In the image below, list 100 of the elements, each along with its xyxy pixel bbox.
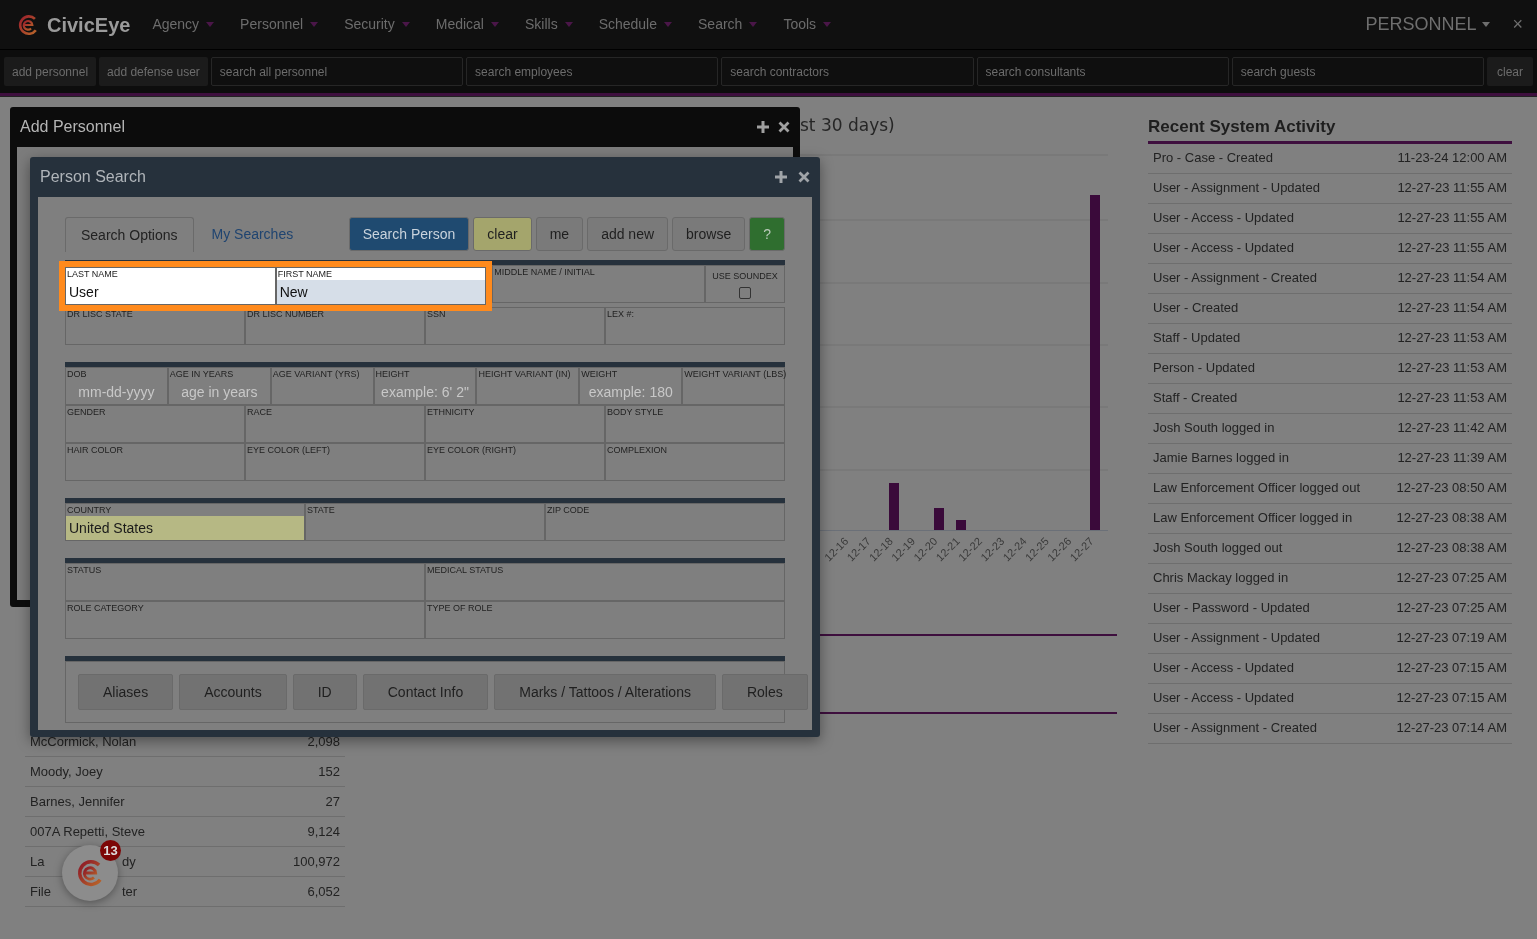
form-field[interactable]: STATUS — [65, 563, 425, 601]
nav-menu[interactable]: Security — [344, 14, 410, 35]
table-cell-text: 12-27-23 07:25 AM — [1396, 599, 1507, 618]
table-cell-text: Josh South logged out — [1153, 539, 1283, 558]
table-cell-text: Law Enforcement Officer logged in — [1153, 509, 1353, 528]
close-icon[interactable] — [798, 171, 810, 183]
table-cell-text: User - Access - Updated — [1153, 689, 1294, 708]
detail-button[interactable]: Marks / Tattoos / Alterations — [494, 674, 716, 710]
table-cell-text: 2,098 — [307, 732, 340, 751]
form-field[interactable]: HAIR COLOR — [65, 443, 245, 481]
form-field[interactable]: LEX #: — [605, 307, 785, 345]
field-label: STATE — [306, 504, 336, 516]
table-cell-text: Law Enforcement Officer logged out — [1153, 479, 1361, 498]
detail-button[interactable]: Contact Info — [362, 674, 489, 710]
input-field[interactable]: New — [276, 280, 486, 304]
action-button[interactable]: Search Person — [348, 217, 470, 251]
search-field[interactable]: search contractors — [721, 57, 974, 86]
table-cell-text: McCormick, Nolan — [30, 732, 137, 751]
form-field[interactable]: DOB mm-dd-yyyy — [65, 367, 168, 405]
form-field[interactable]: WEIGHT example: 180 — [579, 367, 683, 405]
form-field[interactable]: TYPE OF ROLE — [425, 601, 785, 639]
caret-icon — [490, 22, 499, 27]
form-field[interactable]: FIRST NAME New — [275, 267, 487, 305]
nav-menu[interactable]: Tools — [783, 14, 832, 35]
table-cell-text: Moody, Joey — [30, 762, 103, 781]
module-menu[interactable]: PERSONNEL — [1365, 11, 1491, 38]
toolbar-button[interactable]: add personnel — [4, 57, 97, 86]
field-label: DR LISC NUMBER — [246, 308, 325, 320]
form-field[interactable]: STATE — [305, 503, 545, 541]
search-field[interactable]: search consultants — [976, 57, 1229, 86]
clear-button[interactable]: clear — [1487, 57, 1533, 86]
plus-icon[interactable] — [774, 170, 788, 184]
checkbox[interactable] — [739, 286, 751, 299]
nav-menu[interactable]: Medical — [435, 14, 499, 35]
form-field[interactable]: ETHNICITY — [425, 405, 605, 443]
action-button[interactable]: ? — [749, 217, 785, 251]
form-field[interactable]: LAST NAME User — [65, 267, 276, 305]
action-button[interactable]: me — [535, 217, 584, 251]
input-field[interactable]: United States — [66, 516, 304, 540]
input-field[interactable]: mm-dd-yyyy — [66, 380, 167, 404]
caret-icon — [749, 22, 758, 27]
field-label: COUNTRY — [66, 504, 113, 516]
nav-menu[interactable]: Schedule — [598, 14, 673, 35]
close-button[interactable]: × — [1512, 11, 1523, 38]
nav-menu[interactable]: Search — [698, 14, 758, 35]
form-field[interactable]: MEDICAL STATUS — [425, 563, 785, 601]
table-cell-text: 11-23-24 12:00 AM — [1397, 149, 1507, 168]
plus-icon[interactable] — [756, 120, 770, 134]
form-field[interactable]: GENDER — [65, 405, 245, 443]
table-cell-text: 6,052 — [307, 882, 340, 901]
form-field[interactable]: EYE COLOR (RIGHT) — [425, 443, 605, 481]
table-cell-text: 12-27-23 11:39 AM — [1397, 449, 1507, 468]
field-label: LAST NAME — [66, 268, 119, 280]
table-cell-text: 12-27-23 11:55 AM — [1397, 179, 1507, 198]
form-field[interactable]: AGE IN YEARS age in years — [167, 367, 271, 405]
launcher-button[interactable] — [62, 845, 118, 901]
table-cell-text: User - Access - Updated — [1153, 209, 1294, 228]
table-cell-text: User - Access - Updated — [1153, 239, 1294, 258]
form-field[interactable]: SSN — [425, 307, 605, 345]
form-field[interactable]: RACE — [245, 405, 425, 443]
action-button[interactable]: browse — [672, 217, 746, 251]
form-field[interactable]: MIDDLE NAME / INITIAL — [492, 265, 705, 303]
toolbar-button[interactable]: add defense user — [99, 57, 208, 86]
form-field[interactable]: COMPLEXION — [605, 443, 785, 481]
table-cell-text: 12-27-23 11:53 AM — [1397, 359, 1507, 378]
form-field[interactable]: EYE COLOR (LEFT) — [245, 443, 425, 481]
detail-button[interactable]: Roles — [721, 674, 808, 710]
nav-menu[interactable]: Agency — [152, 14, 215, 35]
table-cell-text: 12-27-23 07:25 AM — [1396, 569, 1507, 588]
search-field[interactable]: search all personnel — [210, 57, 464, 86]
detail-button[interactable]: ID — [292, 674, 357, 710]
field-label: SSN — [426, 308, 447, 320]
form-field[interactable]: ZIP CODE — [545, 503, 785, 541]
table-cell-text: Person - Updated — [1153, 359, 1255, 378]
nav-menu[interactable]: Personnel — [240, 14, 319, 35]
detail-button[interactable]: Aliases — [78, 674, 174, 710]
chart-title: st 30 days) — [800, 115, 896, 135]
table-cell-text: Staff - Updated — [1153, 329, 1241, 348]
table-cell-text: 12-27-23 07:19 AM — [1396, 629, 1507, 648]
form-field[interactable]: WEIGHT VARIANT (LBS) — [682, 367, 785, 405]
form-field[interactable]: AGE VARIANT (YRS) — [270, 367, 374, 405]
nav-menu[interactable]: Skills — [524, 14, 573, 35]
action-button[interactable]: add new — [587, 217, 669, 251]
form-field[interactable]: HEIGHT VARIANT (IN) — [476, 367, 580, 405]
close-icon[interactable] — [778, 121, 790, 133]
search-field[interactable]: search employees — [466, 57, 719, 86]
form-field[interactable]: BODY STYLE — [605, 405, 785, 443]
form-field[interactable]: ROLE CATEGORY — [65, 601, 425, 639]
search-field[interactable]: search guests — [1231, 57, 1484, 86]
form-field[interactable]: COUNTRY United States — [65, 503, 305, 541]
input-field[interactable]: age in years — [168, 380, 270, 404]
table-cell-text: ter — [122, 882, 138, 901]
tab[interactable]: My Searches — [193, 217, 312, 252]
input-field[interactable]: example: 180 — [580, 380, 682, 404]
form-field[interactable]: HEIGHT example: 6' 2" — [373, 367, 477, 405]
table-cell-text: 9,124 — [307, 822, 340, 841]
detail-button[interactable]: Accounts — [179, 674, 287, 710]
input-field[interactable]: example: 6' 2" — [374, 380, 476, 404]
tab[interactable]: Search Options — [65, 217, 194, 252]
action-button[interactable]: clear — [473, 217, 532, 251]
